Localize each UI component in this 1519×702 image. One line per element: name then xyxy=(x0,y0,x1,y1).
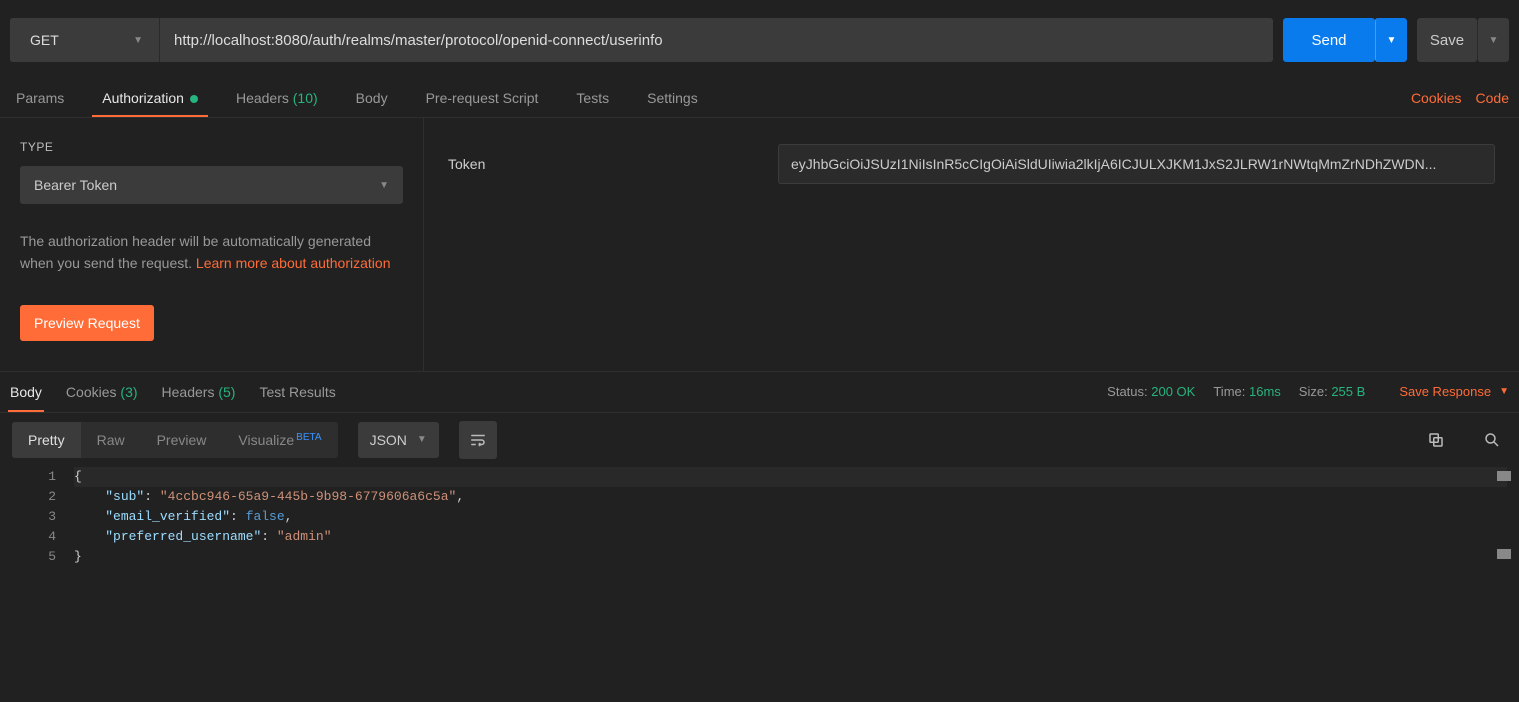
size-value: 255 B xyxy=(1331,384,1365,399)
auth-description: The authorization header will be automat… xyxy=(20,230,403,275)
resp-headers-count: (5) xyxy=(218,384,235,400)
time-label: Time: 16ms xyxy=(1213,384,1280,399)
status-dot-icon xyxy=(190,95,198,103)
search-response-button[interactable] xyxy=(1477,425,1507,455)
send-button-label: Send xyxy=(1311,32,1346,49)
chevron-down-icon: ▼ xyxy=(133,35,143,46)
url-input[interactable] xyxy=(160,18,1273,62)
copy-icon xyxy=(1427,431,1445,449)
search-icon xyxy=(1483,431,1501,449)
request-right-links: Cookies Code xyxy=(1411,90,1509,106)
wrap-icon xyxy=(469,431,487,449)
view-pretty[interactable]: Pretty xyxy=(12,422,81,458)
authorization-panel: TYPE Bearer Token ▼ The authorization he… xyxy=(0,118,1519,371)
code-link[interactable]: Code xyxy=(1476,90,1509,106)
status-value: 200 OK xyxy=(1151,384,1195,399)
resp-tab-test-results[interactable]: Test Results xyxy=(259,373,335,411)
code-lines: { "sub": "4ccbc946-65a9-445b-9b98-677960… xyxy=(74,467,1519,567)
save-button-label: Save xyxy=(1430,32,1464,49)
tab-prerequest[interactable]: Pre-request Script xyxy=(426,80,539,116)
response-format-value: JSON xyxy=(370,432,407,448)
request-tabs-bar: Params Authorization Headers (10) Body P… xyxy=(0,78,1519,118)
line-number: 3 xyxy=(0,507,56,527)
view-raw[interactable]: Raw xyxy=(81,422,141,458)
tab-params[interactable]: Params xyxy=(16,80,64,116)
send-button-group: Send ▼ xyxy=(1283,18,1407,62)
response-meta: Status: 200 OK Time: 16ms Size: 255 B Sa… xyxy=(1107,384,1509,399)
status-label: Status: 200 OK xyxy=(1107,384,1195,399)
body-view-mode-group: Pretty Raw Preview VisualizeBETA xyxy=(12,422,338,458)
tab-settings[interactable]: Settings xyxy=(647,80,698,116)
code-line: "sub": "4ccbc946-65a9-445b-9b98-6779606a… xyxy=(74,487,1519,507)
scroll-handle-bottom[interactable] xyxy=(1497,549,1511,559)
learn-more-link[interactable]: Learn more about authorization xyxy=(196,255,391,271)
save-button-group: Save ▼ xyxy=(1417,18,1509,62)
code-line: "preferred_username": "admin" xyxy=(74,527,1519,547)
auth-type-select[interactable]: Bearer Token ▼ xyxy=(20,166,403,204)
authorization-right: Token xyxy=(424,118,1519,371)
save-dropdown-button[interactable]: ▼ xyxy=(1477,18,1509,62)
send-dropdown-button[interactable]: ▼ xyxy=(1375,18,1407,62)
code-line: "email_verified": false, xyxy=(74,507,1519,527)
chevron-down-icon: ▼ xyxy=(1387,35,1397,46)
size-label: Size: 255 B xyxy=(1299,384,1366,399)
line-number: 2 xyxy=(0,487,56,507)
tab-authorization[interactable]: Authorization xyxy=(102,80,198,116)
preview-request-button[interactable]: Preview Request xyxy=(20,305,154,341)
active-line-highlight xyxy=(74,467,1507,487)
resp-tab-headers[interactable]: Headers (5) xyxy=(162,373,236,411)
view-preview[interactable]: Preview xyxy=(141,422,223,458)
line-number: 1 xyxy=(0,467,56,487)
tab-tests[interactable]: Tests xyxy=(576,80,609,116)
send-button[interactable]: Send xyxy=(1283,18,1375,62)
resp-tab-body[interactable]: Body xyxy=(10,373,42,411)
line-gutter: 1 2 3 4 5 xyxy=(0,467,74,567)
response-toolbar: Pretty Raw Preview VisualizeBETA JSON ▼ xyxy=(0,413,1519,467)
view-visualize[interactable]: VisualizeBETA xyxy=(222,422,337,458)
method-url-group: GET ▼ xyxy=(10,18,1273,62)
token-label: Token xyxy=(448,156,748,172)
tab-headers[interactable]: Headers (10) xyxy=(236,80,318,116)
resp-cookies-count: (3) xyxy=(120,384,137,400)
save-button[interactable]: Save xyxy=(1417,18,1477,62)
scroll-handle-top[interactable] xyxy=(1497,471,1511,481)
response-tabs: Body Cookies (3) Headers (5) Test Result… xyxy=(10,373,1107,411)
line-number: 4 xyxy=(0,527,56,547)
response-body-viewer[interactable]: 1 2 3 4 5 { "sub": "4ccbc946-65a9-445b-9… xyxy=(0,467,1519,567)
auth-type-value: Bearer Token xyxy=(34,177,117,193)
request-bar: GET ▼ Send ▼ Save ▼ xyxy=(0,0,1519,78)
request-tabs: Params Authorization Headers (10) Body P… xyxy=(10,80,1411,116)
resp-tab-cookies[interactable]: Cookies (3) xyxy=(66,373,138,411)
chevron-down-icon: ▼ xyxy=(417,434,427,445)
chevron-down-icon: ▼ xyxy=(1489,35,1499,46)
chevron-down-icon: ▼ xyxy=(1499,386,1509,397)
response-tabs-bar: Body Cookies (3) Headers (5) Test Result… xyxy=(0,371,1519,413)
auth-type-label: TYPE xyxy=(20,140,403,154)
tab-body[interactable]: Body xyxy=(356,80,388,116)
cookies-link[interactable]: Cookies xyxy=(1411,90,1462,106)
http-method-select[interactable]: GET ▼ xyxy=(10,18,160,62)
chevron-down-icon: ▼ xyxy=(379,180,389,191)
http-method-value: GET xyxy=(30,32,59,48)
wrap-lines-button[interactable] xyxy=(459,421,497,459)
headers-count: (10) xyxy=(293,90,318,106)
time-value: 16ms xyxy=(1249,384,1281,399)
code-line: } xyxy=(74,547,1519,567)
token-row: Token xyxy=(448,144,1495,184)
copy-response-button[interactable] xyxy=(1421,425,1451,455)
line-number: 5 xyxy=(0,547,56,567)
token-input[interactable] xyxy=(778,144,1495,184)
authorization-left: TYPE Bearer Token ▼ The authorization he… xyxy=(0,118,424,371)
beta-badge: BETA xyxy=(296,432,321,443)
save-response-button[interactable]: Save Response ▼ xyxy=(1399,384,1509,399)
response-format-select[interactable]: JSON ▼ xyxy=(358,422,439,458)
